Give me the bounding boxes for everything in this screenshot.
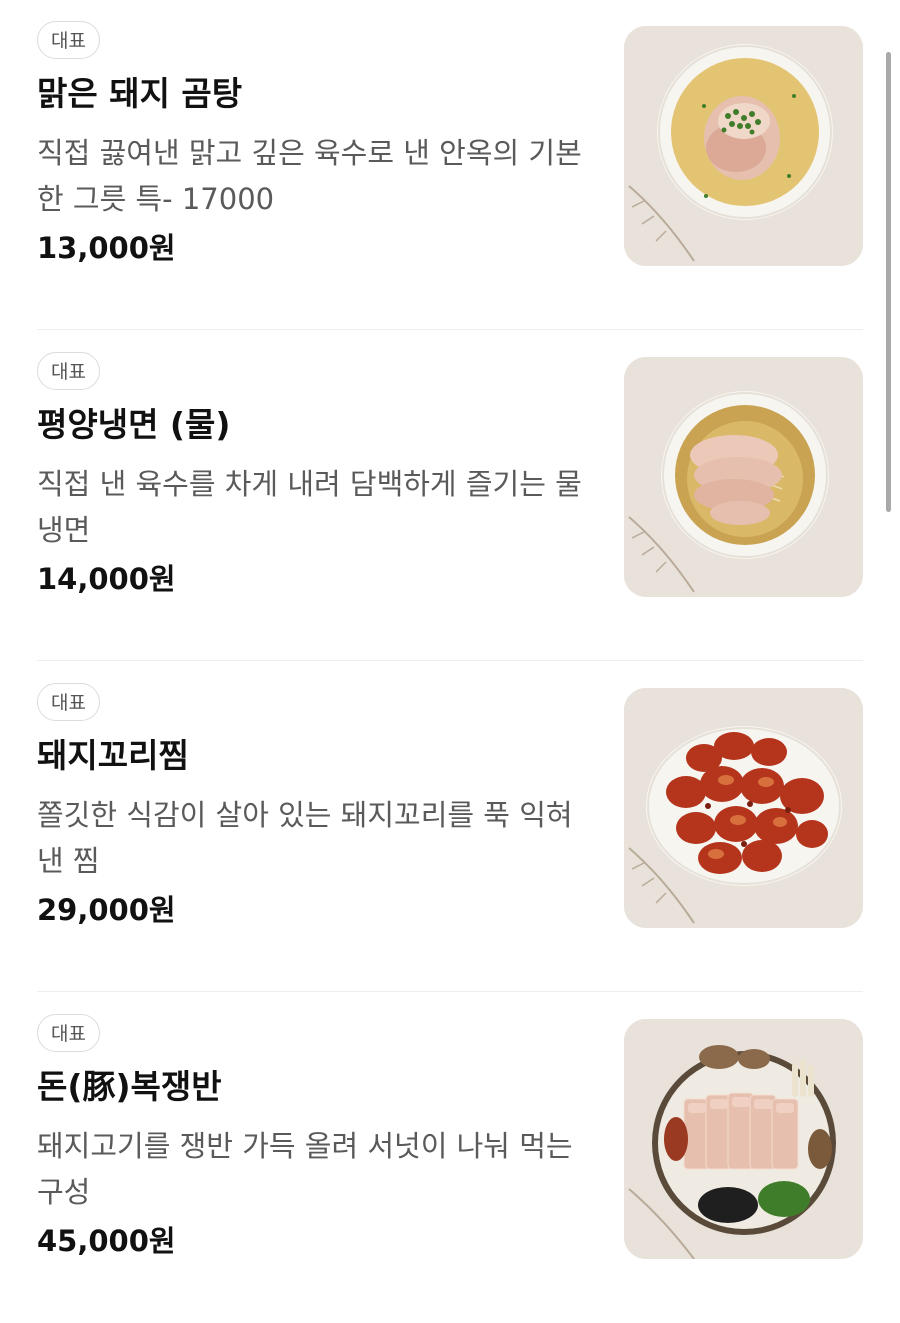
menu-item[interactable]: 대표 돈(豚)복쟁반 돼지고기를 쟁반 가득 올려 서넛이 나눠 먹는 구성 4… <box>0 993 900 1323</box>
menu-item-name: 맑은 돼지 곰탕 <box>37 74 243 113</box>
menu-item-name: 돼지꼬리찜 <box>37 736 189 775</box>
scrollbar[interactable] <box>886 52 891 512</box>
menu-item-description: 쫄깃한 식감이 살아 있는 돼지꼬리를 푹 익혀 낸 찜 <box>37 798 573 878</box>
menu-item-description: 직접 끓여낸 맑고 깊은 육수로 낸 안옥의 기본 한 그릇 특- 17000 <box>37 136 582 216</box>
menu-item-name: 평양냉면 (물) <box>37 405 231 444</box>
pork-platter-photo[interactable] <box>624 1019 863 1259</box>
menu-item[interactable]: 대표 맑은 돼지 곰탕 직접 끓여낸 맑고 깊은 육수로 낸 안옥의 기본 한 … <box>0 0 900 330</box>
signature-badge: 대표 <box>37 683 100 721</box>
signature-badge: 대표 <box>37 21 100 59</box>
menu-item-price: 45,000원 <box>37 1224 176 1258</box>
clear-pork-soup-photo[interactable] <box>624 26 863 266</box>
signature-badge: 대표 <box>37 1014 100 1052</box>
menu-item[interactable]: 대표 평양냉면 (물) 직접 낸 육수를 차게 내려 담백하게 즐기는 물냉면 … <box>0 331 900 661</box>
menu-item-description: 돼지고기를 쟁반 가득 올려 서넛이 나눠 먹는 구성 <box>37 1129 573 1209</box>
menu-list: 대표 맑은 돼지 곰탕 직접 끓여낸 맑고 깊은 육수로 낸 안옥의 기본 한 … <box>0 0 900 1286</box>
signature-badge: 대표 <box>37 352 100 390</box>
menu-item-price: 13,000원 <box>37 231 176 265</box>
divider <box>37 659 863 661</box>
menu-item-price: 14,000원 <box>37 562 176 596</box>
divider <box>37 990 863 992</box>
menu-item-price: 29,000원 <box>37 893 176 927</box>
menu-item[interactable]: 대표 돼지꼬리찜 쫄깃한 식감이 살아 있는 돼지꼬리를 푹 익혀 낸 찜 29… <box>0 662 900 992</box>
braised-pork-tail-photo[interactable] <box>624 688 863 928</box>
menu-item-name: 돈(豚)복쟁반 <box>37 1067 222 1106</box>
menu-item-description: 직접 낸 육수를 차게 내려 담백하게 즐기는 물냉면 <box>37 467 582 547</box>
divider <box>37 328 863 330</box>
cold-noodle-photo[interactable] <box>624 357 863 597</box>
